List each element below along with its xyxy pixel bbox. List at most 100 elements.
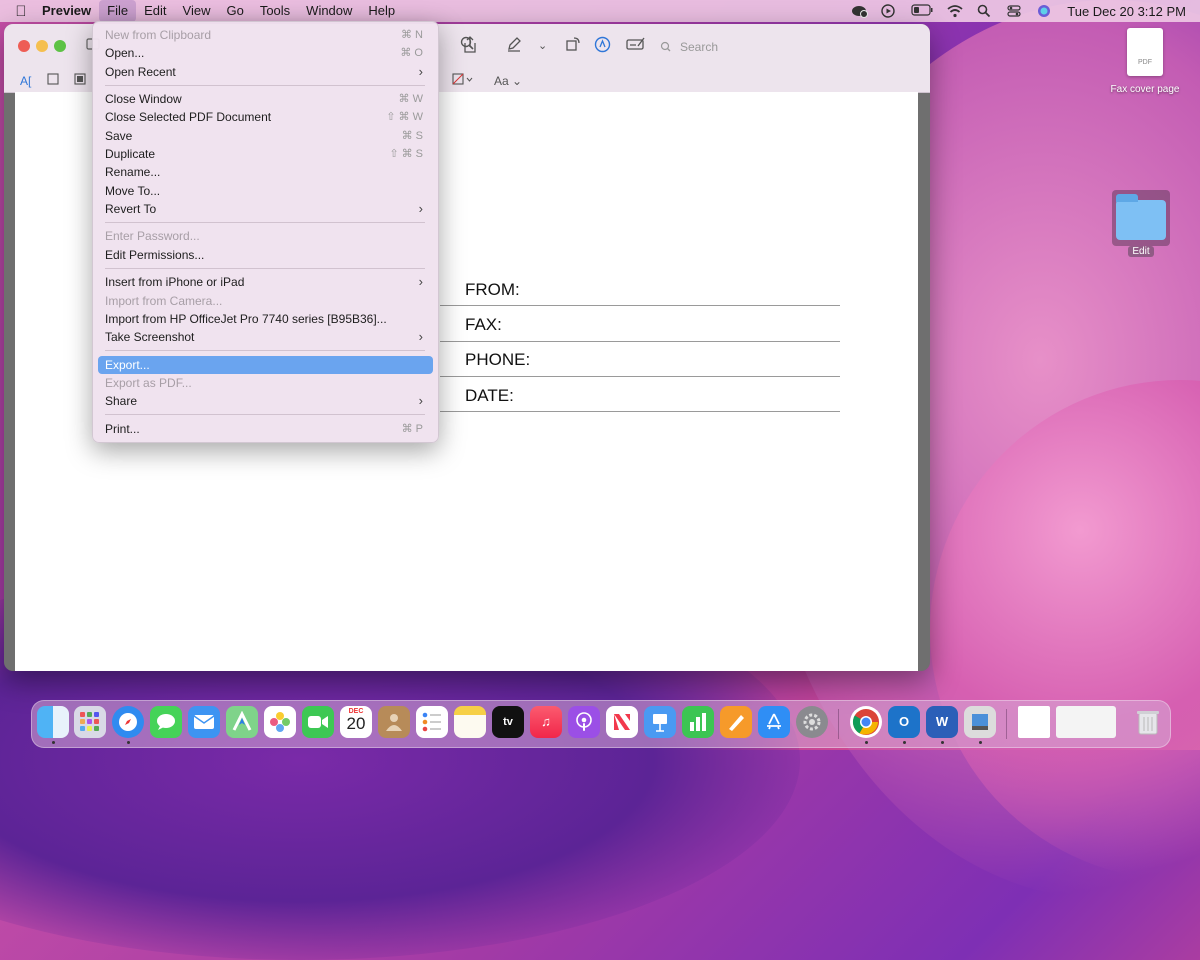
finder-icon[interactable] bbox=[37, 706, 69, 738]
form-filling-icon[interactable] bbox=[626, 36, 646, 57]
menu-item-open-recent[interactable]: Open Recent › bbox=[98, 63, 433, 81]
menu-separator bbox=[105, 222, 425, 223]
menu-item-close-selected-pdf[interactable]: Close Selected PDF Document ⇧ ⌘ W bbox=[98, 108, 433, 126]
wifi-icon[interactable] bbox=[947, 4, 963, 18]
text-selection-icon[interactable]: A[ bbox=[20, 72, 31, 90]
menu-item-duplicate[interactable]: Duplicate ⇧ ⌘ S bbox=[98, 145, 433, 163]
menu-item-insert-from-iphone[interactable]: Insert from iPhone or iPad › bbox=[98, 273, 433, 291]
menu-item-enter-password[interactable]: Enter Password... bbox=[98, 227, 433, 245]
running-indicator bbox=[941, 741, 944, 744]
preview-icon[interactable] bbox=[964, 706, 996, 738]
phone-field-label: PHONE: bbox=[465, 350, 531, 369]
contacts-icon[interactable] bbox=[378, 706, 410, 738]
app-menu-preview[interactable]: Preview bbox=[32, 0, 99, 22]
redact-icon[interactable] bbox=[74, 72, 86, 90]
menu-item-export[interactable]: Export... bbox=[98, 356, 433, 374]
desktop-folder-label: Edit bbox=[1128, 246, 1154, 257]
date-field-label: DATE: bbox=[465, 386, 514, 405]
running-indicator bbox=[979, 741, 982, 744]
calendar-day: 20 bbox=[346, 714, 366, 733]
pdf-file-icon: PDF bbox=[1127, 28, 1163, 76]
zoom-window-button[interactable] bbox=[54, 40, 66, 52]
chrome-icon[interactable] bbox=[850, 706, 882, 738]
menu-item-save[interactable]: Save ⌘ S bbox=[98, 127, 433, 145]
mail-icon[interactable] bbox=[188, 706, 220, 738]
chevron-right-icon: › bbox=[418, 329, 423, 344]
photos-icon[interactable] bbox=[264, 706, 296, 738]
facetime-icon[interactable] bbox=[302, 706, 334, 738]
document-stack-icon[interactable] bbox=[1018, 706, 1050, 738]
menu-help[interactable]: Help bbox=[360, 0, 403, 22]
menu-item-import-from-camera[interactable]: Import from Camera... bbox=[98, 292, 433, 310]
desktop-file-label: Fax cover page bbox=[1110, 84, 1180, 95]
text-style-button[interactable]: Aa ⌄ bbox=[494, 72, 522, 90]
word-icon[interactable]: W bbox=[926, 706, 958, 738]
close-window-button[interactable] bbox=[18, 40, 30, 52]
menu-edit[interactable]: Edit bbox=[136, 0, 174, 22]
siri-icon[interactable] bbox=[1037, 4, 1053, 18]
search-field[interactable]: Search bbox=[660, 37, 920, 57]
dock: DEC 20 tv ♫ O W bbox=[31, 700, 1171, 748]
news-icon[interactable] bbox=[606, 706, 638, 738]
running-indicator bbox=[865, 741, 868, 744]
rectangular-selection-icon[interactable] bbox=[47, 72, 59, 90]
rotate-icon[interactable] bbox=[565, 36, 581, 57]
fax-field-label: FAX: bbox=[465, 315, 502, 334]
outlook-icon[interactable]: O bbox=[888, 706, 920, 738]
chevron-right-icon: › bbox=[418, 274, 423, 289]
desktop-file-fax-cover-page[interactable]: PDF Fax cover page bbox=[1100, 28, 1190, 95]
battery-icon[interactable] bbox=[911, 4, 933, 18]
fill-color-icon[interactable] bbox=[452, 72, 474, 90]
markup-toolbar-icon[interactable] bbox=[594, 36, 611, 58]
spotlight-search-icon[interactable] bbox=[977, 4, 993, 18]
calendar-icon[interactable]: DEC 20 bbox=[340, 706, 372, 738]
menu-bar:  Preview File Edit View Go Tools Window… bbox=[0, 0, 1200, 22]
menu-item-close-window[interactable]: Close Window ⌘ W bbox=[98, 90, 433, 108]
menu-item-move-to[interactable]: Move To... bbox=[98, 182, 433, 200]
podcasts-icon[interactable] bbox=[568, 706, 600, 738]
launchpad-icon[interactable] bbox=[74, 706, 106, 738]
markup-pen-icon[interactable] bbox=[506, 36, 522, 57]
menu-item-share[interactable]: Share › bbox=[98, 392, 433, 410]
menu-item-print[interactable]: Print... ⌘ P bbox=[98, 420, 433, 438]
notes-icon[interactable] bbox=[454, 706, 486, 738]
creative-cloud-icon[interactable] bbox=[851, 4, 869, 18]
menu-item-export-as-pdf[interactable]: Export as PDF... bbox=[98, 374, 433, 392]
app-store-icon[interactable] bbox=[758, 706, 790, 738]
dock-divider bbox=[838, 709, 839, 739]
apple-menu-icon[interactable]:  bbox=[10, 3, 32, 20]
maps-icon[interactable] bbox=[226, 706, 258, 738]
pages-icon[interactable] bbox=[720, 706, 752, 738]
trash-icon[interactable] bbox=[1132, 706, 1164, 738]
minimize-window-button[interactable] bbox=[36, 40, 48, 52]
desktop-folder-edit[interactable]: Edit bbox=[1110, 194, 1172, 257]
downloads-stack-icon[interactable] bbox=[1056, 706, 1116, 738]
music-icon[interactable]: ♫ bbox=[530, 706, 562, 738]
menu-file[interactable]: File bbox=[99, 0, 137, 22]
keynote-icon[interactable] bbox=[644, 706, 676, 738]
chevron-down-icon[interactable]: ⌄ bbox=[538, 37, 547, 55]
control-center-icon[interactable] bbox=[1007, 4, 1023, 18]
menu-view[interactable]: View bbox=[175, 0, 219, 22]
messages-icon[interactable] bbox=[150, 706, 182, 738]
apple-tv-icon[interactable]: tv bbox=[492, 706, 524, 738]
menu-item-open[interactable]: Open... ⌘ O bbox=[98, 44, 433, 62]
menu-item-edit-permissions[interactable]: Edit Permissions... bbox=[98, 246, 433, 264]
chevron-right-icon: › bbox=[418, 201, 423, 216]
safari-icon[interactable] bbox=[112, 706, 144, 738]
numbers-icon[interactable] bbox=[682, 706, 714, 738]
menu-item-rename[interactable]: Rename... bbox=[98, 163, 433, 181]
system-preferences-icon[interactable] bbox=[796, 706, 828, 738]
menu-tools[interactable]: Tools bbox=[252, 0, 298, 22]
menu-item-new-from-clipboard[interactable]: New from Clipboard ⌘ N bbox=[98, 26, 433, 44]
menu-go[interactable]: Go bbox=[218, 0, 251, 22]
menubar-clock[interactable]: Tue Dec 20 3:12 PM bbox=[1067, 4, 1186, 19]
menu-item-revert-to[interactable]: Revert To › bbox=[98, 200, 433, 218]
menu-item-import-from-scanner[interactable]: Import from HP OfficeJet Pro 7740 series… bbox=[98, 310, 433, 328]
reminders-icon[interactable] bbox=[416, 706, 448, 738]
menu-item-take-screenshot[interactable]: Take Screenshot › bbox=[98, 328, 433, 346]
menu-window[interactable]: Window bbox=[298, 0, 360, 22]
play-icon[interactable] bbox=[881, 4, 897, 18]
search-placeholder: Search bbox=[680, 40, 719, 54]
share-icon[interactable] bbox=[462, 36, 478, 59]
